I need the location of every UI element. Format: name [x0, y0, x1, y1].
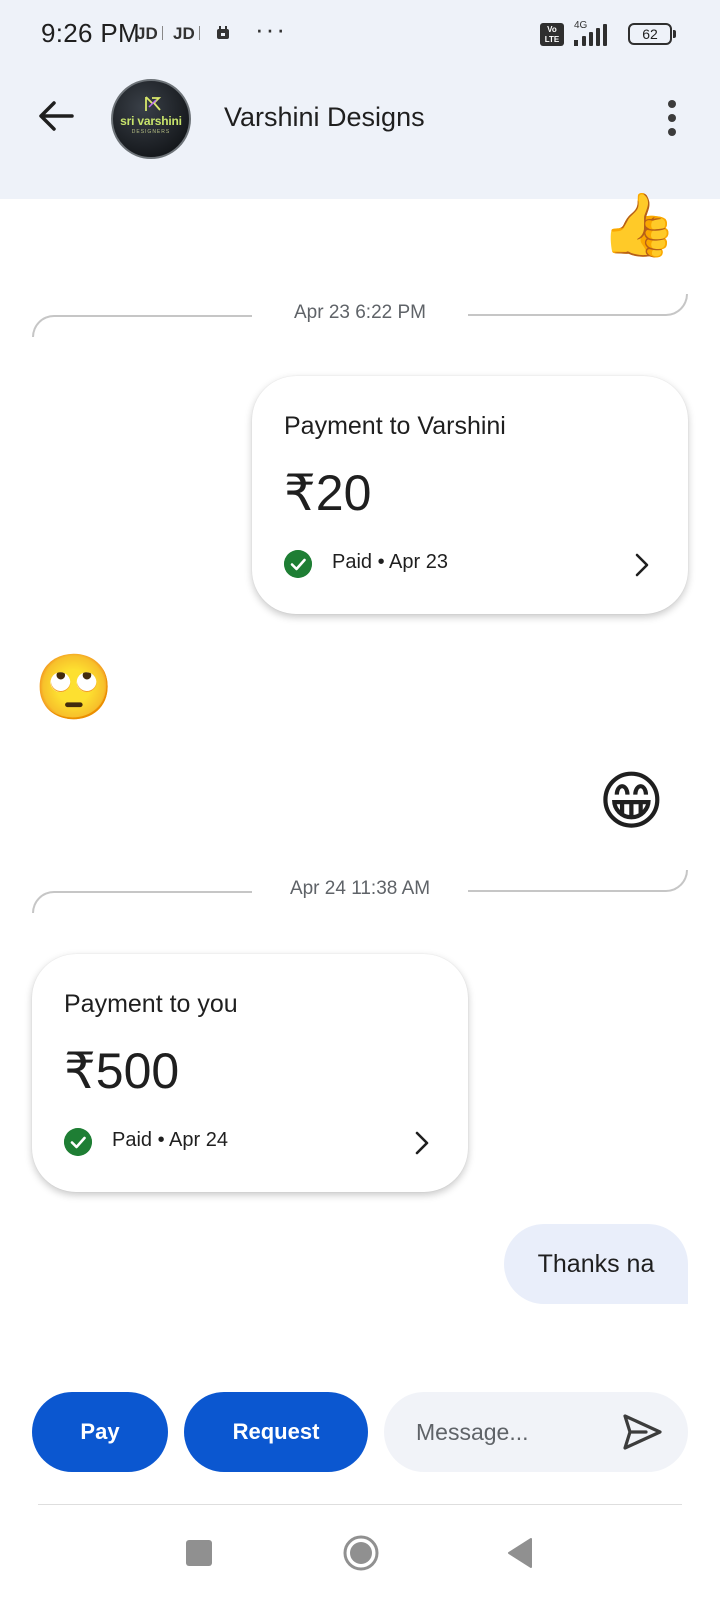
- payment-card-title: Payment to Varshini: [284, 412, 506, 440]
- chevron-right-icon: [635, 553, 649, 577]
- thumbs-up-emoji[interactable]: 👍: [600, 193, 677, 261]
- avatar-brand-subtext: DESIGNERS: [131, 129, 171, 135]
- message-composer[interactable]: [384, 1392, 688, 1472]
- date-divider: Apr 24 11:38 AM: [32, 870, 688, 914]
- grinning-emoji[interactable]: 😁: [598, 764, 665, 838]
- eye-roll-emoji[interactable]: 🙄: [34, 650, 114, 724]
- calendar-notification-icon: [217, 26, 229, 39]
- status-time: 9:26 PM: [41, 18, 140, 48]
- pay-button[interactable]: Pay: [32, 1392, 168, 1472]
- payment-card-title: Payment to you: [64, 990, 238, 1018]
- avatar-brand-text: sri varshini: [120, 114, 182, 128]
- top-app-bar: 9:26 PM JD JD ··· Vo LTE 4G 62 sri varshi…: [0, 0, 720, 199]
- back-triangle-icon[interactable]: [505, 1536, 535, 1570]
- contact-name[interactable]: Varshini Designs: [224, 102, 425, 133]
- date-divider-label: Apr 24 11:38 AM: [275, 878, 445, 899]
- status-app-icon-jd: JD: [136, 24, 164, 44]
- volte-icon: Vo LTE: [540, 23, 564, 46]
- back-arrow-icon[interactable]: [36, 96, 76, 136]
- home-circle-icon[interactable]: [342, 1534, 380, 1572]
- payment-card-amount: ₹20: [284, 465, 372, 521]
- signal-strength-icon: [574, 24, 607, 46]
- status-app-label: JD: [173, 24, 195, 43]
- status-app-label: JD: [136, 24, 158, 43]
- status-app-icon-jd-2: JD: [173, 24, 201, 44]
- payment-card-status: Paid • Apr 24: [112, 1129, 228, 1151]
- brand-logo-icon: [145, 96, 162, 111]
- request-button[interactable]: Request: [184, 1392, 368, 1472]
- recents-square-icon[interactable]: [186, 1540, 212, 1566]
- date-divider: Apr 23 6:22 PM: [32, 294, 688, 338]
- chevron-right-icon: [415, 1131, 429, 1155]
- payment-card-status: Paid • Apr 23: [332, 551, 448, 573]
- sent-message-bubble[interactable]: Thanks na: [504, 1224, 688, 1304]
- payment-card-sent[interactable]: Payment to Varshini ₹20 Paid • Apr 23: [252, 376, 688, 614]
- battery-icon: 62: [628, 23, 676, 45]
- paid-check-icon: [64, 1128, 92, 1156]
- status-more-icon: ···: [255, 14, 287, 44]
- more-options-icon[interactable]: [658, 98, 686, 138]
- payment-card-amount: ₹500: [64, 1043, 180, 1099]
- date-divider-label: Apr 23 6:22 PM: [279, 302, 441, 323]
- send-icon[interactable]: [620, 1410, 664, 1454]
- payment-card-received[interactable]: Payment to you ₹500 Paid • Apr 24: [32, 954, 468, 1192]
- paid-check-icon: [284, 550, 312, 578]
- nav-divider: [38, 1504, 682, 1505]
- contact-avatar[interactable]: sri varshini DESIGNERS: [111, 79, 191, 159]
- message-input[interactable]: [416, 1416, 616, 1448]
